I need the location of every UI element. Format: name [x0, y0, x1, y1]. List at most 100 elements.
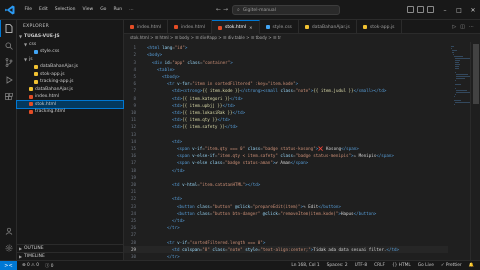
minimap-line [455, 74, 469, 75]
editor-tab[interactable]: stok.html ✕ [212, 20, 260, 34]
code-token: {{ item.kode }} [202, 88, 241, 94]
go-live-button[interactable]: Go Live [418, 263, 434, 268]
code-content: <span v-else-if="item.qty < item.safety"… [142, 153, 394, 158]
code-token: </button> [353, 210, 377, 216]
tree-file[interactable]: tracking.html [17, 108, 123, 116]
language-mode[interactable]: {} HTML [392, 263, 411, 268]
editor-tab[interactable]: index.html [168, 20, 212, 34]
minimap-line [454, 56, 464, 57]
menu-file[interactable]: File [22, 0, 35, 20]
menu-go[interactable]: Go [98, 0, 109, 20]
toggle-panel-icon[interactable] [417, 6, 424, 13]
encoding[interactable]: UTF-8 [355, 263, 368, 268]
back-arrow-icon[interactable]: ← [216, 6, 221, 13]
minimap-line [451, 50, 458, 51]
toggle-secondary-sidebar-icon[interactable] [427, 6, 434, 13]
close-button[interactable]: ✕ [466, 0, 480, 20]
maximize-button[interactable]: □ [452, 0, 466, 20]
code-token: <td> [172, 102, 183, 108]
editor-tab[interactable]: dataBahanAjar.js [299, 20, 357, 34]
tree-file[interactable]: style.css [17, 48, 123, 56]
tab-label: index.html [181, 24, 205, 30]
tree-file[interactable]: index.html [17, 93, 123, 101]
code-token: @click [260, 210, 278, 216]
source-control-icon[interactable] [0, 54, 17, 71]
line-number: 2 [133, 52, 136, 58]
code-token: "8" [202, 246, 210, 252]
files-icon[interactable] [0, 20, 17, 37]
run-debug-icon[interactable] [0, 71, 17, 88]
tree-folder[interactable]: ▼ js [17, 56, 123, 64]
code-token: "button btn-danger" [212, 210, 261, 216]
menu-more[interactable]: … [127, 0, 137, 20]
extensions-icon[interactable] [0, 88, 17, 105]
editor-tabs: index.html index.html stok.html ✕ style.css d… [124, 20, 480, 34]
editor-scrollbar[interactable] [470, 42, 480, 260]
notifications-bell-icon[interactable]: 🔔 [469, 263, 474, 268]
problems-indicator[interactable]: ⊗ 0 ⚠ 0 [22, 263, 39, 268]
timeline-section[interactable]: ▶ TIMELINE [17, 252, 124, 260]
settings-gear-icon[interactable] [0, 239, 17, 256]
code-token: v-html [182, 182, 198, 188]
command-center[interactable]: ⌕ Gigitel-manual [232, 5, 340, 15]
js-file-icon [304, 25, 309, 29]
prettier-status[interactable]: ✓ Prettier [441, 263, 462, 268]
editor-tab[interactable]: index.html [124, 20, 168, 34]
outline-section[interactable]: ▶ OUTLINE [17, 244, 124, 252]
minimap-line [454, 68, 460, 69]
layout-controls [407, 6, 434, 13]
tree-item-label: dataBahanAjar.js [35, 86, 73, 92]
menu-bar: File Edit Selection View Go Run … [22, 0, 136, 20]
tree-file[interactable]: stok-app.js [17, 71, 123, 79]
project-folder[interactable]: ▼ TUGAS-VUE-JS [17, 33, 123, 41]
info-indicator[interactable]: ⓘ 0 [45, 263, 53, 269]
account-icon[interactable] [0, 222, 17, 239]
code-editor[interactable]: 1 <html lang="id"> 2 <body> 3 <div id="app" c… [124, 42, 480, 260]
toggle-sidebar-icon[interactable] [407, 6, 414, 13]
menu-selection[interactable]: Selection [52, 0, 78, 20]
tree-folder[interactable]: ▼ css [17, 41, 123, 49]
editor-tab[interactable]: stok-app.js [357, 20, 402, 34]
more-actions-icon[interactable]: ⋯ [469, 24, 474, 30]
tab-list: index.html index.html stok.html ✕ style.css d… [124, 20, 402, 34]
cursor-position[interactable]: Ln 168, Col 1 [291, 263, 319, 268]
minimize-button[interactable]: – [438, 0, 452, 20]
code-token: v-else-if [192, 153, 215, 159]
search-icon[interactable] [0, 37, 17, 54]
breadcrumb[interactable]: stok.html > ☰ html > ☰ body > ☰ div#app … [124, 34, 480, 42]
scrollbar-thumb[interactable] [473, 44, 479, 104]
tree-file[interactable]: dataBahanAjar.js [17, 63, 123, 71]
code-token: <td> [172, 117, 183, 123]
line-ending[interactable]: CRLF [374, 263, 385, 268]
tree-file[interactable]: stok.html [16, 99, 124, 109]
menu-edit[interactable]: Edit [37, 0, 51, 20]
remote-indicator-icon[interactable]: >< [0, 260, 17, 270]
code-token: "button" [212, 203, 233, 209]
menu-view[interactable]: View [80, 0, 96, 20]
editor-tab[interactable]: style.css [260, 20, 299, 34]
line-number: 28 [130, 239, 136, 245]
tab-label: stok-app.js [369, 24, 395, 30]
code-token: </small></td> [353, 88, 387, 94]
split-editor-icon[interactable]: ◫ [460, 24, 465, 30]
run-icon[interactable]: ▷ [452, 24, 456, 30]
code-content: <td v-html="item.catatanHTML"></td> [142, 182, 260, 187]
code-token: <html [147, 45, 163, 51]
code-content: <td>{{ item.qty }}</td> [142, 117, 230, 122]
code-token: </td> [224, 124, 238, 130]
menu-run[interactable]: Run [111, 0, 125, 20]
minimap[interactable] [448, 42, 472, 260]
code-token: </td> [172, 218, 185, 224]
file-tree: ▼ css style.css ▼ js dataBahanAjar.js stok-app… [16, 41, 124, 116]
code-token: class [207, 160, 223, 166]
code-token: {{ item.qty }} [182, 117, 218, 123]
indentation[interactable]: Spaces: 2 [327, 263, 348, 268]
code-line: 30 </tr> [124, 253, 464, 260]
tree-file[interactable]: tracking-app.js [17, 78, 123, 86]
forward-arrow-icon[interactable]: → [223, 6, 228, 13]
code-token: <table> [157, 66, 175, 72]
close-tab-icon[interactable]: ✕ [249, 25, 252, 30]
tree-file[interactable]: dataBahanAjar.js [17, 86, 123, 94]
code-token: class [277, 153, 294, 159]
code-content: <td> [142, 139, 182, 144]
